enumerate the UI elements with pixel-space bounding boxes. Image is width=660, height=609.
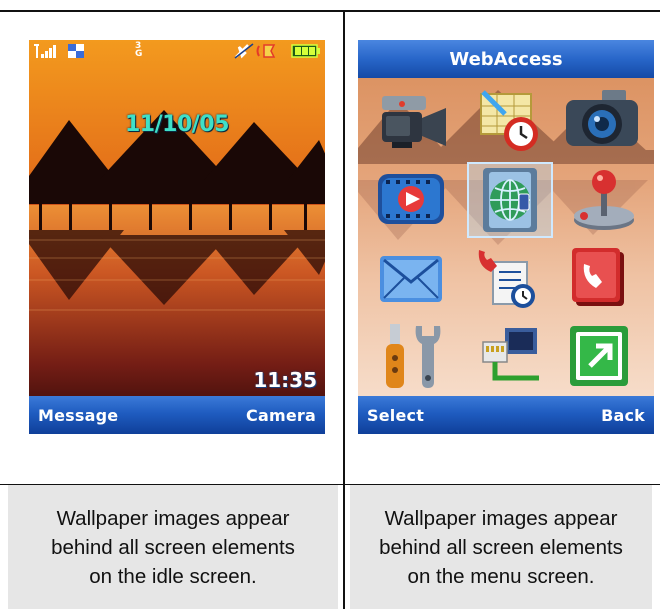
idle-softkey-bar: Message Camera [29, 396, 325, 434]
data-transfer-icon [68, 44, 84, 58]
menu-caption-cell: Wallpaper images appear behind all scree… [350, 485, 652, 609]
menu-item-camera[interactable] [562, 86, 644, 158]
back-softkey[interactable]: Back [601, 406, 645, 425]
figure-frame: 3G 11/10/05 11:35 Message Camera WebAcce… [0, 0, 660, 609]
menu-softkey-bar: Select Back [358, 396, 654, 434]
menu-screen: WebAccess Select Back [358, 40, 654, 434]
envelope-icon [380, 256, 442, 302]
menu-header: WebAccess [358, 40, 654, 78]
silent-mode-icon [234, 43, 254, 59]
menu-icon-grid [376, 86, 644, 388]
idle-clock: 11:35 [253, 368, 317, 392]
alarm-icon [256, 44, 276, 58]
menu-item-web-access[interactable] [467, 162, 553, 238]
phonebook-icon [572, 248, 624, 306]
idle-caption-cell: Wallpaper images appear behind all scree… [8, 485, 338, 609]
table-column-divider [343, 10, 345, 609]
menu-item-phonebook[interactable] [562, 242, 644, 314]
menu-item-network[interactable] [469, 320, 551, 392]
menu-item-exit[interactable] [562, 320, 644, 392]
tools-icon [386, 324, 441, 388]
web-globe-icon [483, 168, 537, 232]
menu-item-video-player[interactable] [376, 164, 458, 236]
signal-strength-icon [34, 44, 56, 58]
menu-title: WebAccess [449, 48, 563, 70]
idle-caption: Wallpaper images appear behind all scree… [51, 506, 295, 588]
camera-icon [566, 90, 638, 146]
menu-caption: Wallpaper images appear behind all scree… [379, 506, 623, 588]
battery-icon [291, 44, 320, 58]
exit-icon [570, 326, 628, 386]
planner-icon [480, 90, 538, 151]
menu-item-video-camera[interactable] [376, 86, 458, 158]
idle-screen: 3G 11/10/05 11:35 Message Camera [29, 40, 325, 434]
menu-item-settings[interactable] [376, 320, 458, 392]
idle-date: 11/10/05 [125, 112, 229, 137]
network-icon [482, 328, 539, 381]
menu-item-planner[interactable] [469, 86, 551, 158]
table-top-rule [0, 10, 660, 12]
menu-item-messages[interactable] [376, 242, 458, 314]
video-player-icon [378, 174, 444, 224]
call-log-icon [478, 250, 535, 308]
menu-item-call-log[interactable] [469, 242, 551, 314]
camera-softkey[interactable]: Camera [246, 406, 316, 425]
video-camera-icon [382, 96, 446, 148]
select-softkey[interactable]: Select [367, 406, 424, 425]
network-type-label: 3G [135, 41, 143, 59]
message-softkey[interactable]: Message [38, 406, 118, 425]
joystick-icon [574, 170, 634, 230]
menu-item-games[interactable] [562, 164, 644, 236]
